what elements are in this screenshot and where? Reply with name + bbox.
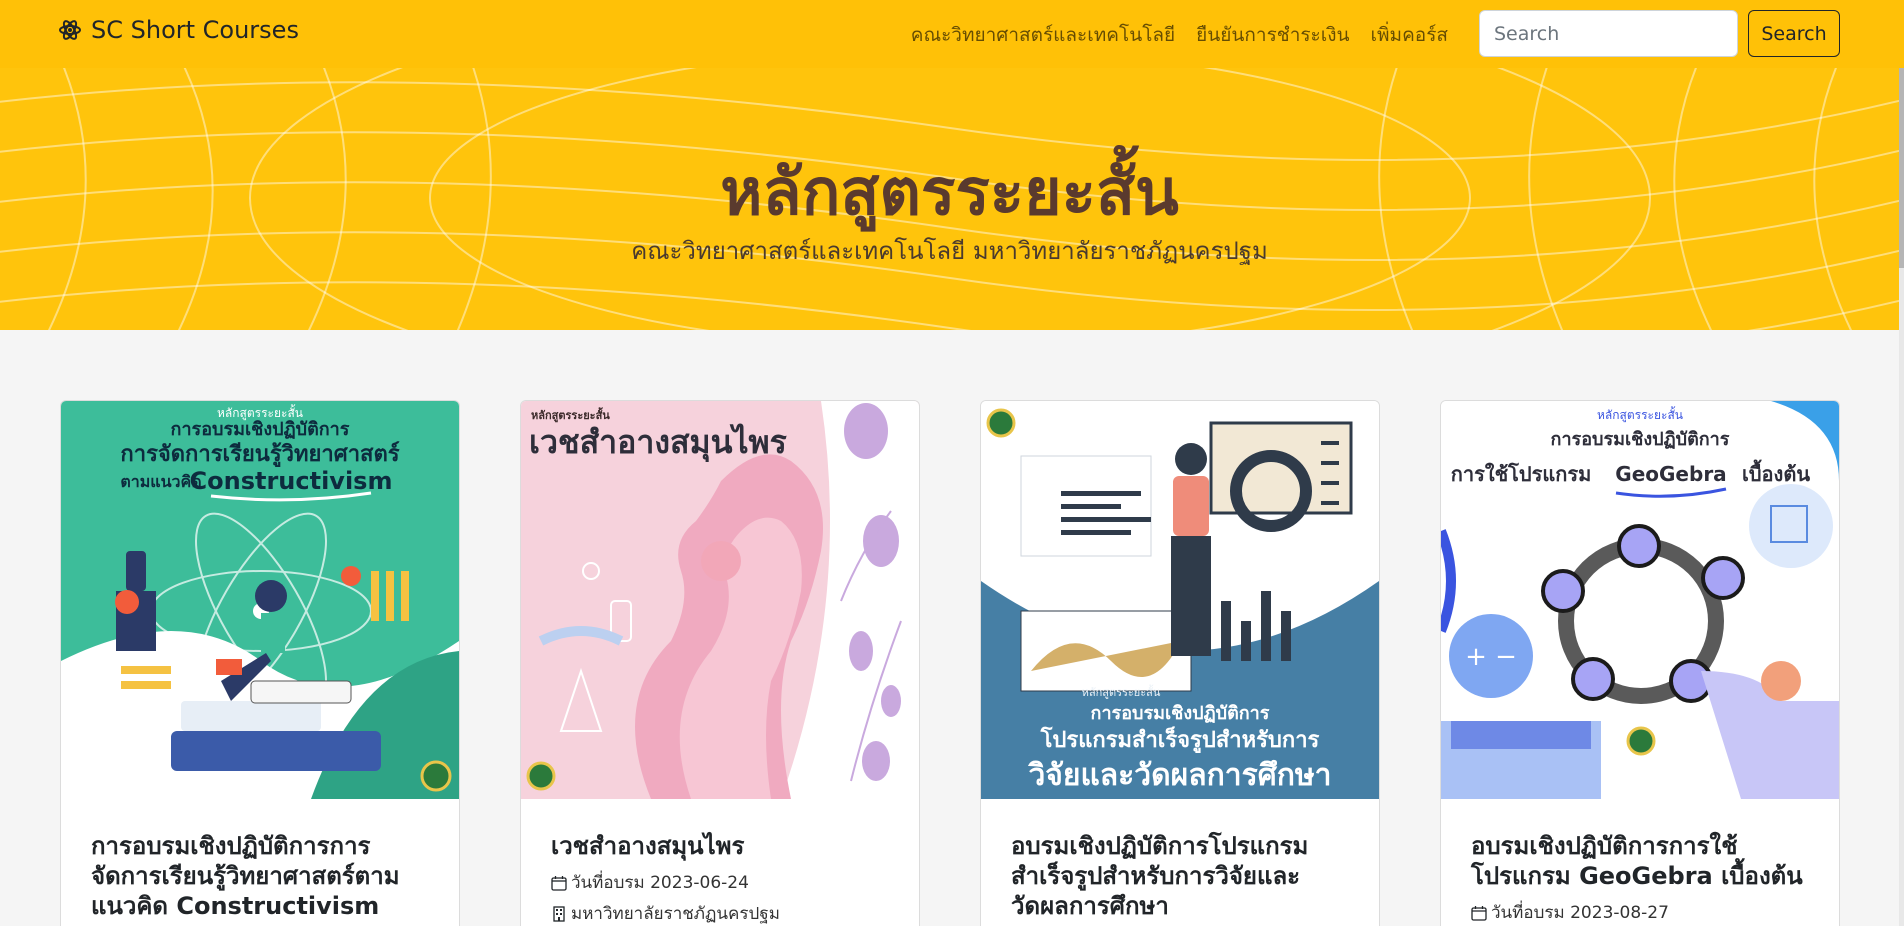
svg-text:หลักสูตรระยะสั้น: หลักสูตรระยะสั้น [531,407,610,423]
course-venue-text: มหาวิทยาลัยราชภัฏนครปฐม [571,904,780,924]
course-title[interactable]: อบรมเชิงปฏิบัติการโปรแกรมสำเร็จรูปสำหรับ… [1011,831,1349,921]
card-body: อบรมเชิงปฏิบัติการโปรแกรมสำเร็จรูปสำหรับ… [981,799,1379,921]
course-venue: มหาวิทยาลัยราชภัฏนครปฐม [551,900,889,926]
course-poster[interactable]: หลักสูตรระยะสั้น การอบรมเชิงปฏิบัติการ โ… [981,401,1379,799]
nav-link-payment-confirm[interactable]: ยืนยันการชำระเงิน [1196,20,1349,50]
svg-text:วิจัยและวัดผลการศึกษา: วิจัยและวัดผลการศึกษา [1027,758,1331,793]
course-title[interactable]: เวชสำอางสมุนไพร [551,831,889,861]
course-card[interactable]: + − หลักสูตรระยะสั้น การอบรมเชิงปฏิบัติก… [1440,400,1840,926]
svg-text:โปรแกรมสำเร็จรูปสำหรับการ: โปรแกรมสำเร็จรูปสำหรับการ [1040,725,1320,754]
hero-subtitle: คณะวิทยาศาสตร์และเทคโนโลยี มหาวิทยาลัยรา… [631,237,1268,265]
building-icon [553,905,565,922]
svg-text:หลักสูตรระยะสั้น: หลักสูตรระยะสั้น [1082,684,1161,699]
navbar: SC Short Courses คณะวิทยาศาสตร์และเทคโนโ… [0,0,1904,68]
svg-text:Constructivism: Constructivism [190,467,393,495]
nav-link-faculty[interactable]: คณะวิทยาศาสตร์และเทคโนโลยี [911,20,1175,50]
course-poster[interactable]: + − หลักสูตรระยะสั้น การอบรมเชิงปฏิบัติก… [1441,401,1839,799]
svg-text:การอบรมเชิงปฏิบัติการ: การอบรมเชิงปฏิบัติการ [1551,429,1730,450]
hero-banner: หลักสูตรระยะสั้น คณะวิทยาศาสตร์และเทคโนโ… [0,68,1899,330]
nav-links: คณะวิทยาศาสตร์และเทคโนโลยี ยืนยันการชำระ… [911,20,1448,50]
svg-text:เวชสำอางสมุนไพร: เวชสำอางสมุนไพร [529,423,787,463]
search-input[interactable] [1479,10,1738,57]
course-poster[interactable]: หลักสูตรระยะสั้น เวชสำอางสมุนไพร [521,401,919,799]
nav-link-add-course[interactable]: เพิ่มคอร์ส [1371,20,1448,50]
atom-icon [59,20,81,40]
course-date: วันที่อบรม 2023-06-24 [551,869,889,896]
course-date-text: วันที่อบรม 2023-06-24 [571,873,749,893]
calendar-icon [1471,905,1487,921]
course-poster[interactable]: หลักสูตรระยะสั้น การอบรมเชิงปฏิบัติการ ก… [61,401,459,799]
svg-text:GeoGebra: GeoGebra [1615,462,1726,486]
svg-text:การอบรมเชิงปฏิบัติการ: การอบรมเชิงปฏิบัติการ [1091,703,1270,724]
svg-text:การจัดการเรียนรู้วิทยาศาสตร์: การจัดการเรียนรู้วิทยาศาสตร์ [120,441,399,468]
course-title[interactable]: การอบรมเชิงปฏิบัติการการจัดการเรียนรู้วิ… [91,831,429,921]
poster-constructivism-image: หลักสูตรระยะสั้น การอบรมเชิงปฏิบัติการ ก… [61,401,459,799]
card-body: การอบรมเชิงปฏิบัติการการจัดการเรียนรู้วิ… [61,799,459,921]
card-body: เวชสำอางสมุนไพร วันที่อบรม 2023-06-24 มห… [521,799,919,926]
svg-text:การใช้โปรแกรม: การใช้โปรแกรม [1451,462,1592,486]
course-card[interactable]: หลักสูตรระยะสั้น เวชสำอางสมุนไพร เวชสำอา… [520,400,920,926]
card-body: อบรมเชิงปฏิบัติการการใช้โปรแกรม GeoGebra… [1441,799,1839,926]
poster-geogebra-image: + − หลักสูตรระยะสั้น การอบรมเชิงปฏิบัติก… [1441,401,1839,799]
brand-link[interactable]: SC Short Courses [58,16,299,44]
poster-herbal-cosmetics-image: หลักสูตรระยะสั้น เวชสำอางสมุนไพร [521,401,919,799]
course-card[interactable]: หลักสูตรระยะสั้น การอบรมเชิงปฏิบัติการ โ… [980,400,1380,926]
course-title[interactable]: อบรมเชิงปฏิบัติการการใช้โปรแกรม GeoGebra… [1471,831,1809,891]
hero-title: หลักสูตรระยะสั้น [720,156,1179,230]
course-date: วันที่อบรม 2023-08-27 [1471,899,1809,926]
svg-text:เบื้องต้น: เบื้องต้น [1742,459,1810,486]
brand-name: SC Short Courses [91,16,299,44]
svg-text:การอบรมเชิงปฏิบัติการ: การอบรมเชิงปฏิบัติการ [171,419,350,440]
scrollbar-thumb[interactable] [1899,68,1904,268]
course-card[interactable]: หลักสูตรระยะสั้น การอบรมเชิงปฏิบัติการ ก… [60,400,460,926]
svg-text:หลักสูตรระยะสั้น: หลักสูตรระยะสั้น [1597,406,1683,423]
poster-research-software-image: หลักสูตรระยะสั้น การอบรมเชิงปฏิบัติการ โ… [981,401,1379,799]
course-date-text: วันที่อบรม 2023-08-27 [1491,903,1669,923]
svg-text:+ −: + − [1465,642,1517,672]
search-button[interactable]: Search [1748,10,1840,57]
calendar-icon [551,875,567,891]
